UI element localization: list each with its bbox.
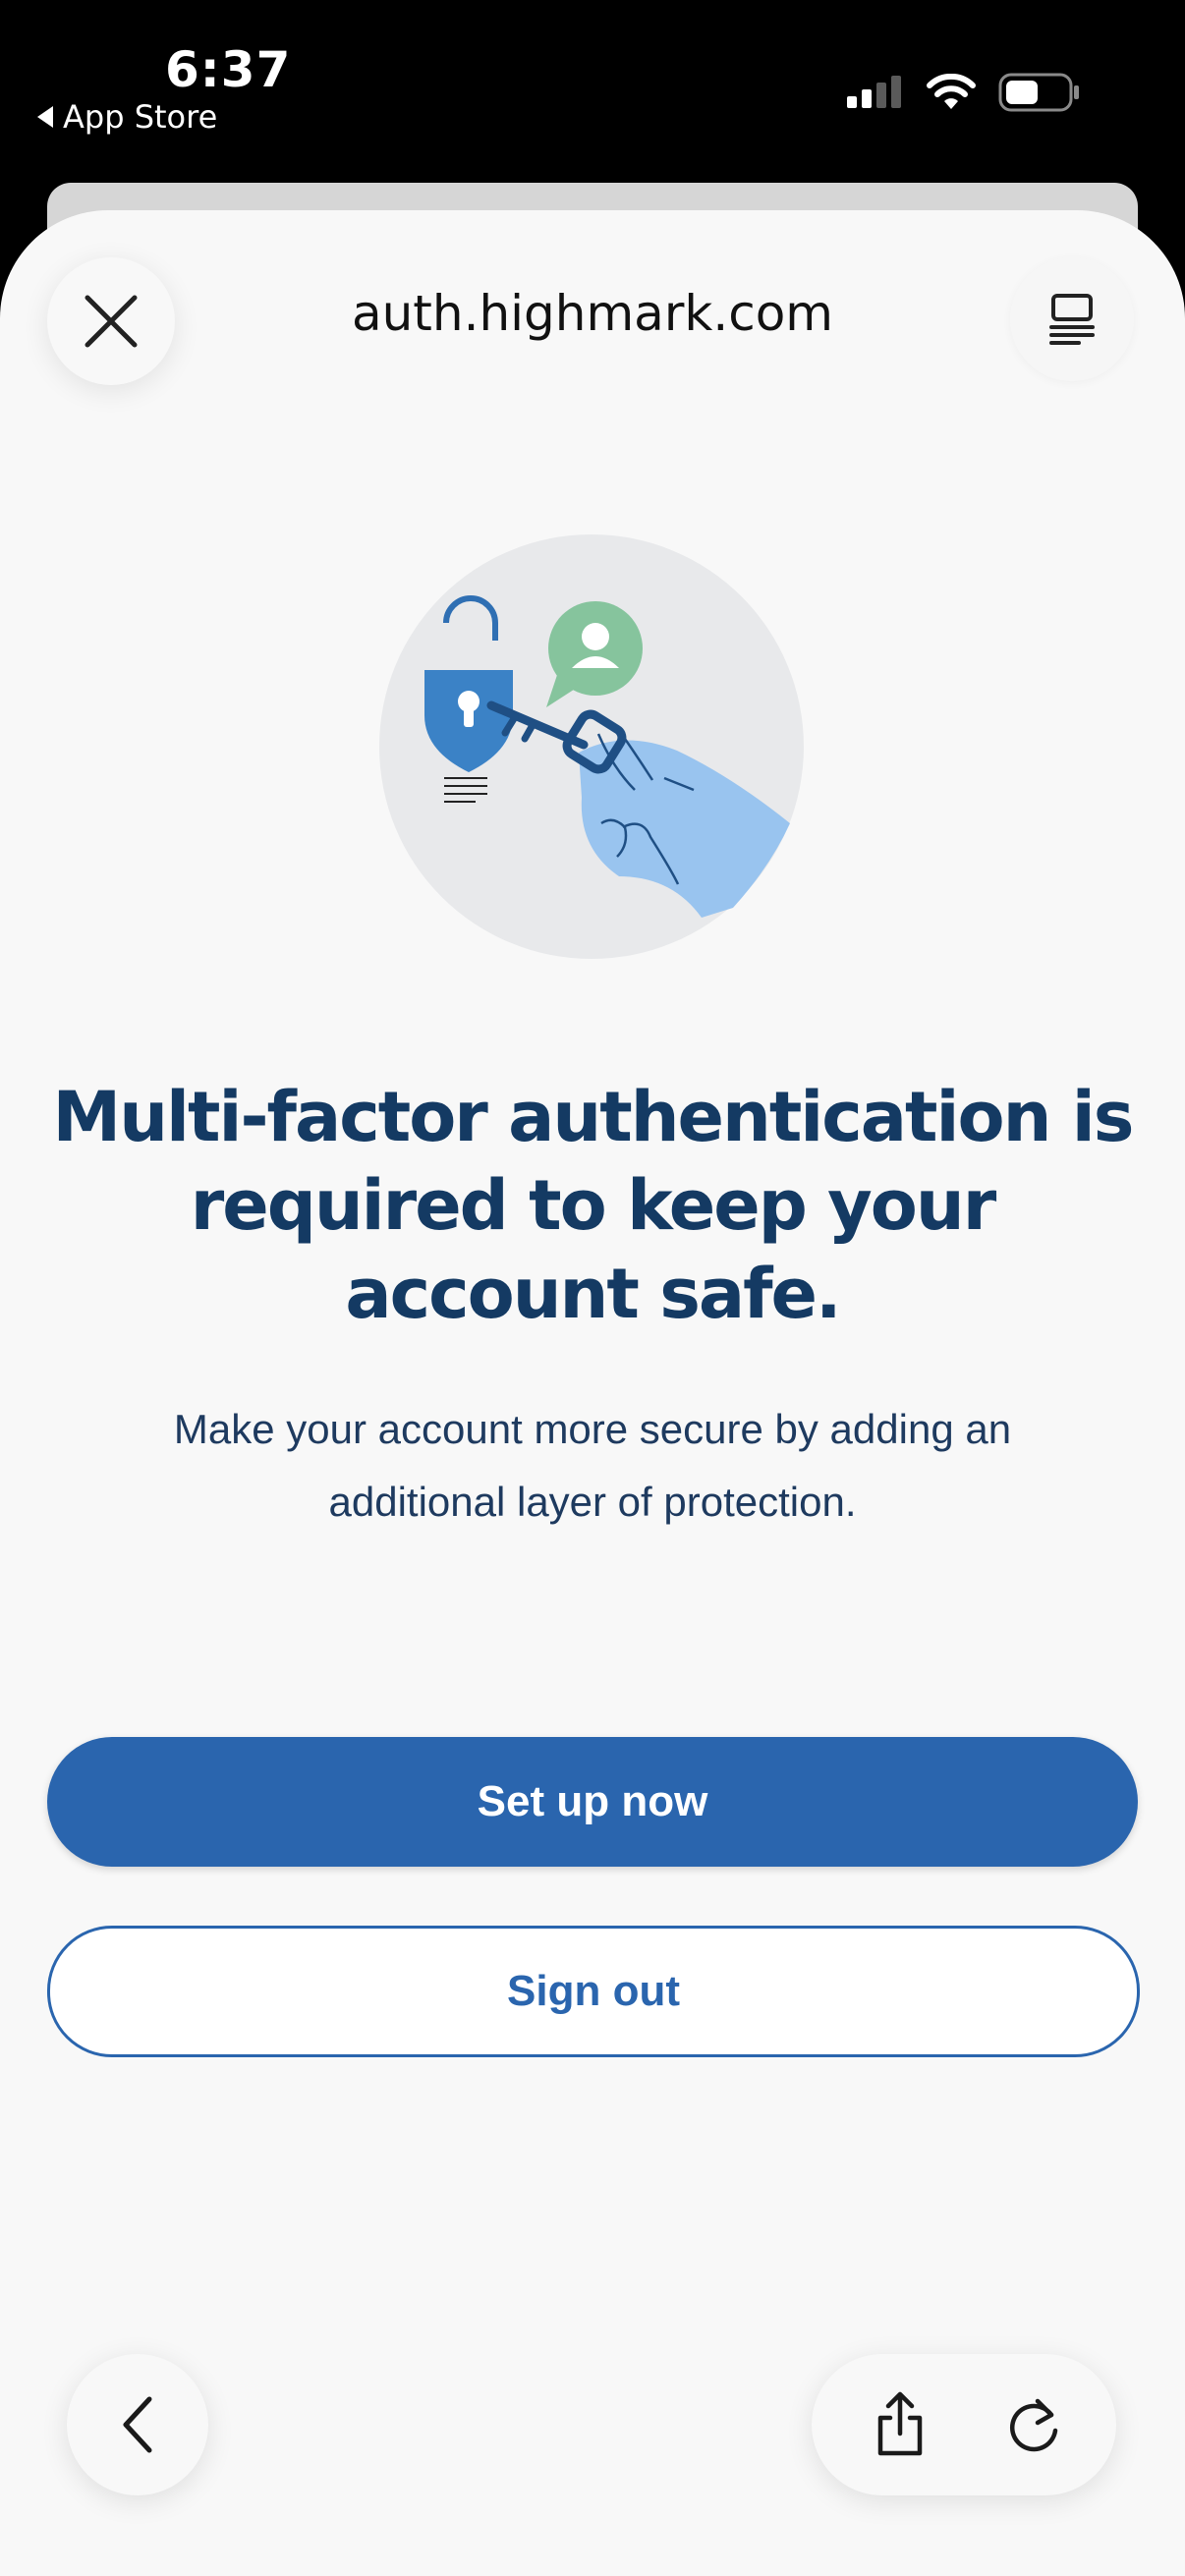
reader-mode-icon — [1049, 294, 1095, 345]
status-time: 6:37 — [165, 41, 292, 98]
page-subtitle: Make your account more secure by adding … — [173, 1406, 1012, 1525]
close-button[interactable] — [47, 257, 175, 385]
close-icon — [85, 295, 138, 348]
status-bar: 6:37 App Store — [0, 0, 1185, 187]
share-icon — [877, 2391, 923, 2456]
set-up-now-button[interactable]: Set up now — [47, 1737, 1138, 1867]
browser-back-button[interactable] — [67, 2354, 208, 2495]
chevron-left-icon — [123, 2396, 152, 2453]
browser-actions-pill — [812, 2354, 1116, 2495]
status-icons — [845, 73, 1081, 112]
lock-and-key-illustration — [379, 534, 804, 959]
battery-icon — [998, 73, 1079, 112]
sign-out-button[interactable]: Sign out — [47, 1926, 1140, 2057]
reader-mode-button[interactable] — [1010, 257, 1134, 381]
back-to-app-store[interactable]: App Store — [37, 98, 217, 136]
cellular-signal-icon — [847, 76, 901, 108]
page-title: Multi-factor authentication is required … — [52, 1077, 1135, 1334]
wifi-icon — [927, 74, 976, 109]
reload-icon — [1010, 2398, 1058, 2452]
share-button[interactable] — [851, 2376, 949, 2474]
back-triangle-icon — [37, 106, 53, 128]
reload-button[interactable] — [985, 2376, 1083, 2474]
back-app-label: App Store — [63, 98, 218, 136]
url-label[interactable]: auth.highmark.com — [246, 285, 939, 342]
